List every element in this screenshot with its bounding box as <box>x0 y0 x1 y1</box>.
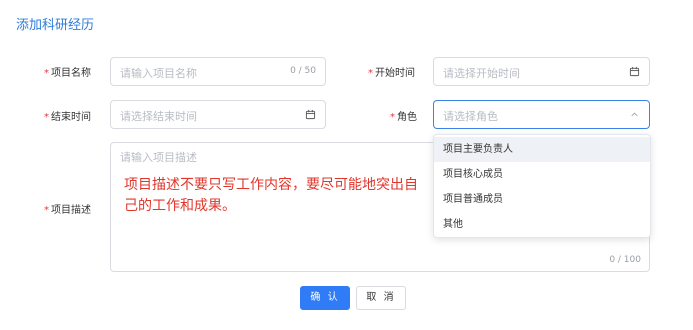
cancel-button[interactable]: 取 消 <box>356 286 406 310</box>
role-dropdown: 项目主要负责人 项目核心成员 项目普通成员 其他 <box>433 134 651 238</box>
required-mark: * <box>368 68 373 79</box>
role-option[interactable]: 项目主要负责人 <box>434 137 650 162</box>
annotation-note: 项目描述不要只写工作内容，要尽可能地突出自己的工作和成果。 <box>124 177 418 214</box>
project-name-counter: 0 / 50 <box>290 66 316 76</box>
description-counter: 0 / 100 <box>609 255 641 265</box>
role-option[interactable]: 项目核心成员 <box>434 162 650 187</box>
role-label: * 角色 <box>390 112 417 123</box>
end-time-label: * 结束时间 <box>44 112 91 123</box>
required-mark: * <box>44 68 49 79</box>
calendar-icon <box>305 109 316 120</box>
role-option[interactable]: 项目普通成员 <box>434 187 650 212</box>
project-name-label: * 项目名称 <box>44 68 91 79</box>
required-mark: * <box>390 112 395 123</box>
start-time-placeholder: 请选择开始时间 <box>443 67 520 80</box>
chevron-up-icon <box>631 112 638 117</box>
start-time-label: * 开始时间 <box>368 68 415 79</box>
end-time-picker[interactable]: 请选择结束时间 <box>110 100 326 129</box>
description-placeholder: 请输入项目描述 <box>120 151 197 164</box>
end-time-placeholder: 请选择结束时间 <box>120 110 197 123</box>
required-mark: * <box>44 112 49 123</box>
project-name-input[interactable]: 请输入项目名称 0 / 50 <box>110 57 326 86</box>
start-time-picker[interactable]: 请选择开始时间 <box>433 57 650 86</box>
role-placeholder: 请选择角色 <box>443 110 498 123</box>
confirm-button[interactable]: 确 认 <box>300 286 350 310</box>
project-name-placeholder: 请输入项目名称 <box>120 67 197 80</box>
role-select[interactable]: 请选择角色 <box>433 100 650 129</box>
description-label: * 项目描述 <box>44 205 91 216</box>
form-title: 添加科研经历 <box>16 18 95 33</box>
role-option[interactable]: 其他 <box>434 212 650 237</box>
calendar-icon <box>629 66 640 77</box>
required-mark: * <box>44 205 49 216</box>
